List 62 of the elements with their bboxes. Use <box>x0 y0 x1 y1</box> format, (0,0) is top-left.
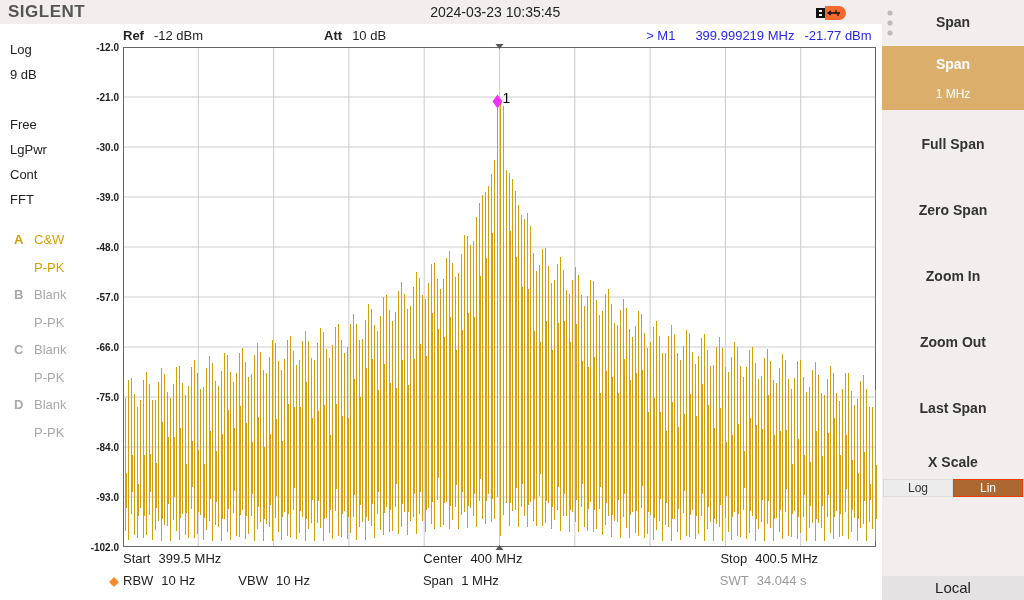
setting-label: Cont <box>10 166 38 184</box>
trace-detector: P-PK <box>34 313 65 332</box>
footer-label: Center <box>423 550 463 569</box>
brand-logo: SIGLENT <box>8 1 86 24</box>
center-marker-icon <box>495 545 504 550</box>
trace-letter: A <box>14 231 25 249</box>
setting-label: FFT <box>10 191 34 209</box>
footer-label: SWT <box>719 572 749 591</box>
y-axis-label: -12.0 <box>96 40 119 55</box>
date-time: 2024-03-23 10:35:45 <box>430 2 561 22</box>
marker-readout: > M1 <box>646 26 676 45</box>
scale-option[interactable]: Log <box>883 478 953 497</box>
trace-letter: C <box>14 341 25 359</box>
ref-value: -12 dBm <box>153 26 204 45</box>
trace-letter: B <box>14 286 25 304</box>
center-marker-icon <box>495 44 504 49</box>
menu-label: X Scale <box>928 452 978 472</box>
footer-label: Start <box>123 550 151 569</box>
footer-value: 400 MHz <box>470 550 523 569</box>
y-axis-label: -57.0 <box>96 290 119 305</box>
ref-label: Ref <box>123 26 144 45</box>
y-axis-label: -75.0 <box>96 390 119 405</box>
menu-title: Span <box>935 12 971 32</box>
y-axis-label: -39.0 <box>96 190 119 205</box>
footer-label: Stop <box>720 550 748 569</box>
scale-option[interactable]: Lin <box>953 478 1023 497</box>
footer-value: 34.044 s <box>756 572 807 591</box>
trace-mode: Blank <box>34 341 67 359</box>
footer-label: RBW <box>123 572 154 591</box>
setting-label: LgPwr <box>10 141 47 159</box>
marker-number: 1 <box>502 90 511 107</box>
footer-value: 10 Hz <box>275 572 310 591</box>
y-axis-label: -66.0 <box>96 340 119 355</box>
footer-value: 1 MHz <box>461 572 499 591</box>
trace-mode: C&W <box>34 231 65 249</box>
setting-label: Log <box>10 41 32 59</box>
trace-detector: P-PK <box>34 258 65 277</box>
drag-handle-icon <box>887 10 893 36</box>
footer-label: Span <box>422 572 454 591</box>
trace-detector: P-PK <box>34 423 65 442</box>
trace-mode: Blank <box>34 286 67 304</box>
att-value: 10 dB <box>352 26 387 45</box>
marker-frequency: 399.999219 MHz <box>695 26 795 45</box>
setting-label: Free <box>10 116 37 134</box>
footer-value: 400.5 MHz <box>755 550 819 569</box>
local-status: Local <box>882 576 1024 600</box>
trace-mode: Blank <box>34 396 67 414</box>
setting-label: 9 dB <box>10 66 37 84</box>
y-axis-label: -102.0 <box>90 540 119 555</box>
footer-label: VBW <box>238 572 268 591</box>
footer-value: 10 Hz <box>161 572 196 591</box>
y-axis-label: -93.0 <box>96 490 119 505</box>
att-label: Att <box>324 26 343 45</box>
footer-value: 399.5 MHz <box>158 550 222 569</box>
y-axis-label: -30.0 <box>96 140 119 155</box>
y-axis-label: -84.0 <box>96 440 119 455</box>
y-axis-label: -48.0 <box>96 240 119 255</box>
marker-diamond-icon <box>492 94 503 109</box>
trace-letter: D <box>14 396 25 414</box>
marker-level: -21.77 dBm <box>804 26 872 45</box>
trace-detector: P-PK <box>34 368 65 387</box>
y-axis-label: -21.0 <box>96 90 119 105</box>
